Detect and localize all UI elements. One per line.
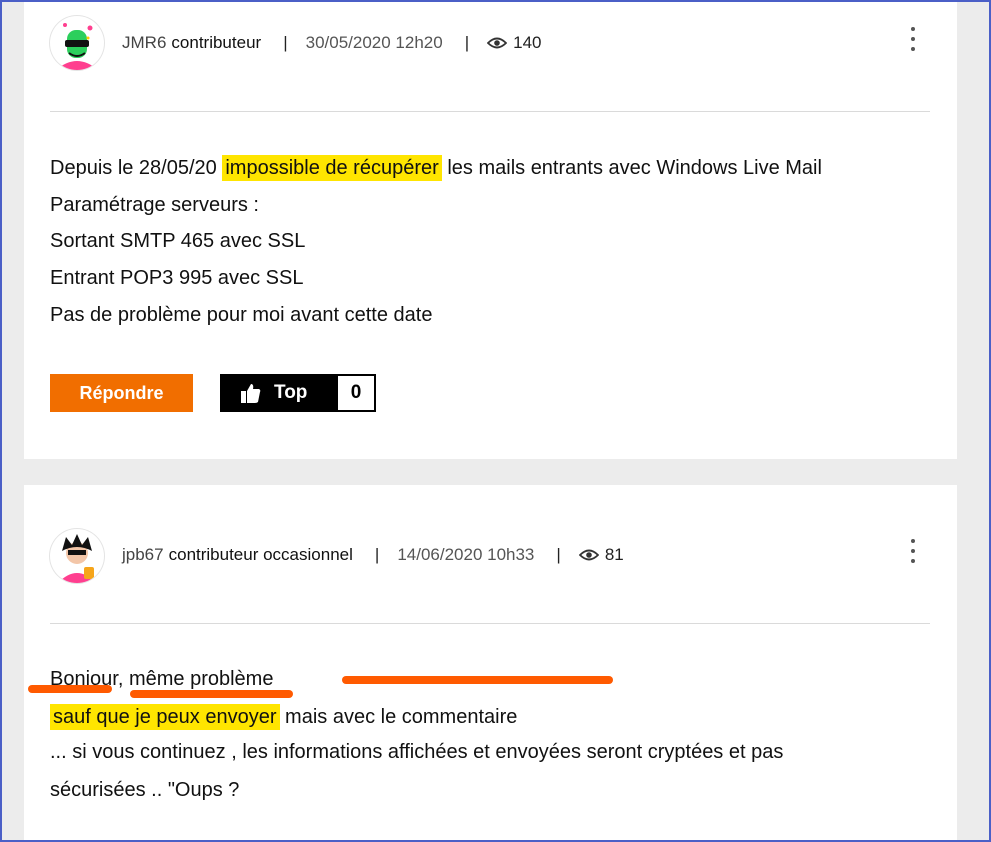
top-button[interactable]: Top 0 — [220, 374, 376, 412]
body-line: ... si vous continuez , les informations… — [50, 741, 784, 763]
highlighted-text: impossible de récupérer — [222, 155, 442, 181]
body-text: Depuis le 28/05/20 — [50, 157, 223, 179]
eye-icon — [487, 37, 508, 49]
body-text: les mails entrants avec Windows Live Mai… — [441, 157, 822, 179]
divider — [50, 623, 930, 624]
meta-separator: | — [464, 33, 470, 52]
body-line: sécurisées .. "Oups ? — [50, 779, 240, 801]
annotation-underline — [28, 685, 112, 693]
annotation-underline — [342, 676, 613, 684]
annotation-underline — [130, 690, 293, 698]
post-meta: JMR6 contributeur | 30/05/2020 12h20 | 1… — [122, 31, 542, 55]
view-count-value: 81 — [604, 545, 624, 564]
body-line: Pas de problème pour moi avant cette dat… — [50, 304, 433, 326]
view-count: 81 — [578, 545, 624, 565]
username-link[interactable]: JMR6 — [122, 33, 166, 53]
body-line: Paramétrage serveurs : — [50, 194, 259, 216]
highlighted-text: sauf que je peux envoyer — [50, 704, 280, 730]
view-count-value: 140 — [513, 33, 542, 52]
meta-separator: | — [556, 545, 561, 564]
eye-icon — [578, 549, 599, 561]
post-meta: jpb67 contributeur occasionnel | 14/06/2… — [122, 543, 624, 567]
divider — [50, 111, 930, 112]
kebab-menu-icon[interactable] — [907, 27, 919, 51]
kebab-menu-icon[interactable] — [907, 539, 919, 563]
view-count: 140 — [487, 33, 542, 53]
meta-separator: | — [283, 33, 288, 52]
avatar[interactable] — [50, 16, 104, 70]
post-card: jpb67 contributeur occasionnel | 14/06/2… — [24, 485, 957, 842]
body-line: Sortant SMTP 465 avec SSL — [50, 230, 306, 252]
body-line: Depuis le 28/05/20 impossible de récupér… — [50, 153, 822, 183]
post-card: JMR6 contributeur | 30/05/2020 12h20 | 1… — [24, 0, 957, 459]
top-count: 0 — [338, 376, 374, 410]
user-role: contributeur occasionnel — [168, 545, 353, 564]
post-date: 14/06/2020 10h33 — [397, 545, 535, 564]
thumbs-up-icon — [241, 384, 261, 403]
body-text: mais avec le commentaire — [279, 706, 518, 728]
avatar[interactable] — [50, 529, 104, 583]
meta-separator: | — [374, 545, 380, 564]
user-role: contributeur — [171, 33, 262, 52]
body-line: sauf que je peux envoyer mais avec le co… — [50, 702, 517, 732]
body-line: Entrant POP3 995 avec SSL — [50, 267, 304, 289]
post-date: 30/05/2020 12h20 — [305, 33, 443, 52]
username-link[interactable]: jpb67 — [122, 545, 164, 565]
reply-button[interactable]: Répondre — [50, 374, 193, 412]
top-label: Top — [274, 382, 308, 403]
